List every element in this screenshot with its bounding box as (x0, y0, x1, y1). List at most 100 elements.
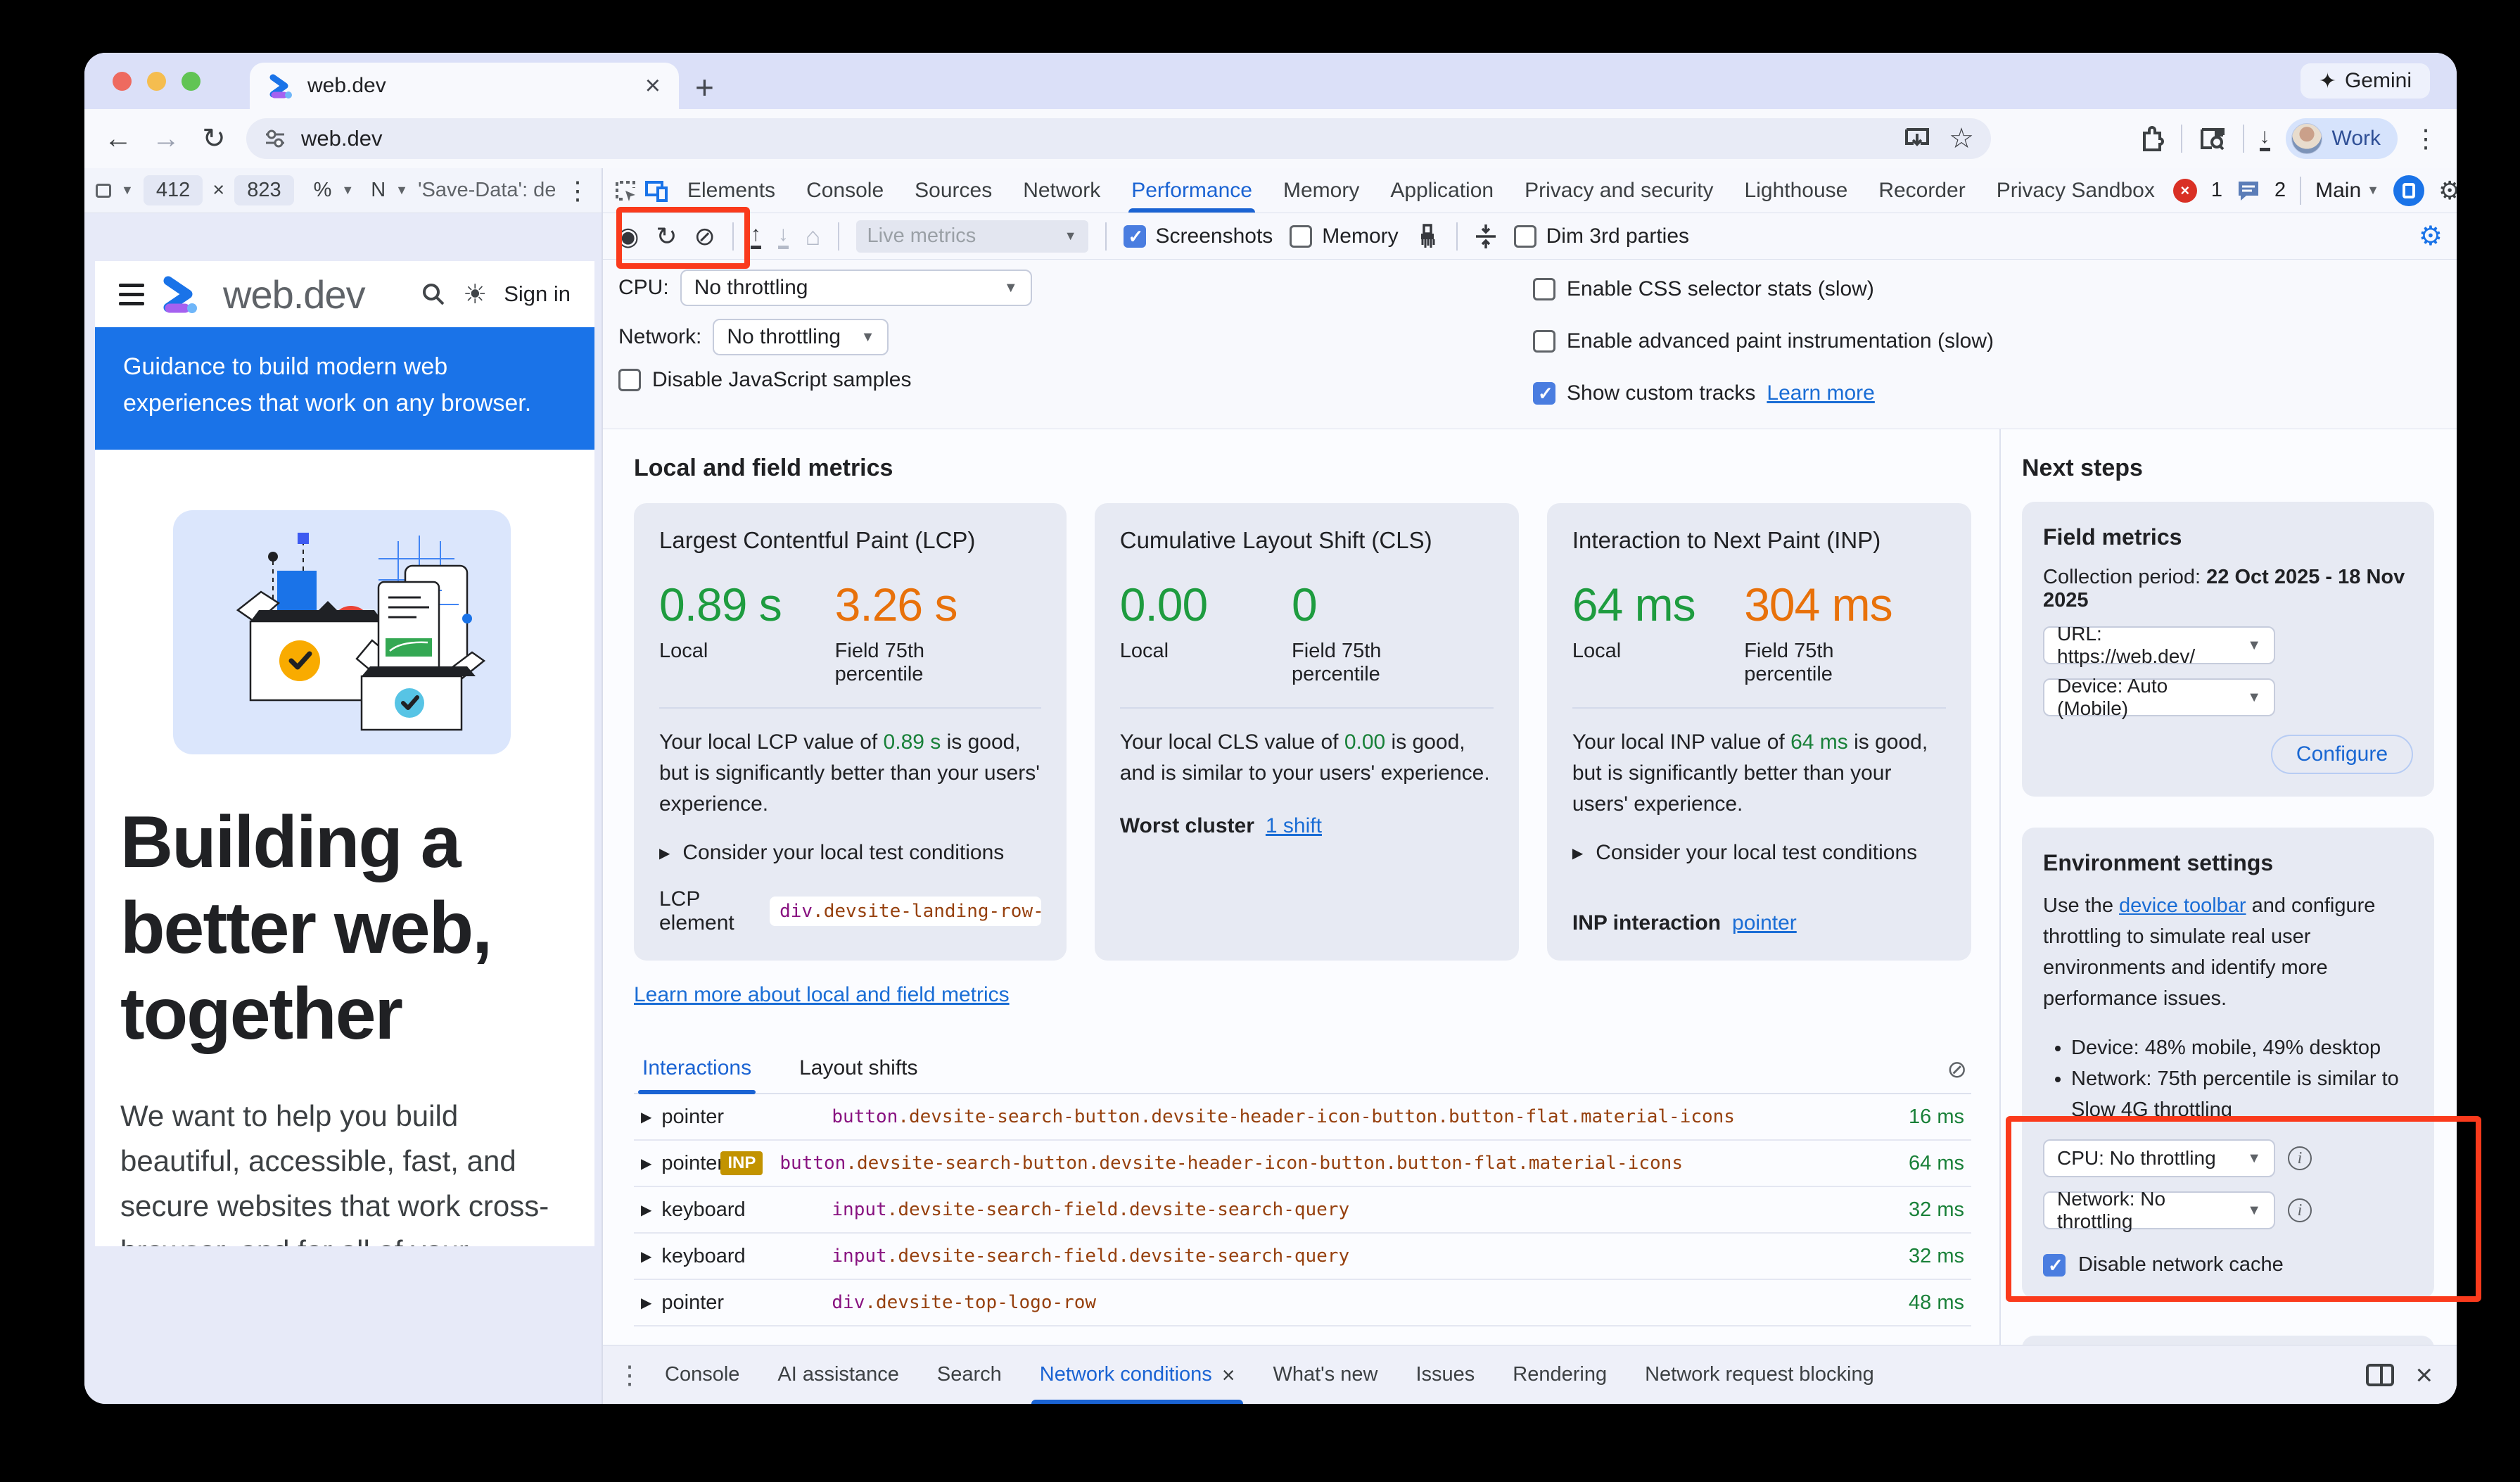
network-info-icon[interactable]: i (2288, 1198, 2312, 1222)
tab-close-icon[interactable]: × (645, 72, 661, 99)
browser-menu-icon[interactable]: ⋮ (2413, 124, 2438, 153)
zoom-select[interactable]: % (314, 179, 332, 202)
viewport-height-field[interactable]: 823 (234, 175, 293, 205)
interaction-row[interactable]: ▶ pointer button.devsite-search-button.d… (634, 1094, 1971, 1141)
extensions-icon[interactable] (2139, 125, 2165, 153)
throttle-select[interactable]: N (371, 179, 386, 202)
drawer-tab-close-icon[interactable]: × (1222, 1364, 1235, 1386)
tab-privacy-sandbox[interactable]: Privacy Sandbox (1984, 168, 2168, 213)
custom-tracks-checkbox[interactable]: Show custom tracks Learn more (1533, 374, 1994, 413)
garbage-collect-icon[interactable] (1415, 224, 1439, 249)
bookmark-star-icon[interactable]: ☆ (1949, 125, 1974, 153)
device-toolbar-link[interactable]: device toolbar (2119, 894, 2246, 917)
inp-test-conditions-expander[interactable]: ▶ Consider your local test conditions (1572, 841, 1946, 865)
browser-tab[interactable]: web.dev × (250, 63, 679, 109)
worst-cluster-link[interactable]: 1 shift (1266, 814, 1322, 838)
profile-chip[interactable]: Work (2286, 118, 2398, 159)
cpu-throttling-select[interactable]: No throttling ▼ (680, 270, 1032, 306)
row-expand-icon[interactable]: ▶ (641, 1248, 651, 1265)
tab-sources[interactable]: Sources (902, 168, 1005, 213)
css-selector-stats-checkbox[interactable]: Enable CSS selector stats (slow) (1533, 270, 1994, 309)
capture-settings-gear-icon[interactable]: ⚙ (2419, 220, 2443, 252)
toggle-device-toolbar-icon[interactable] (644, 178, 669, 203)
tab-interactions[interactable]: Interactions (638, 1046, 756, 1093)
row-expand-icon[interactable]: ▶ (641, 1155, 651, 1172)
drawer-tab-ai-assistance[interactable]: AI assistance (762, 1345, 914, 1404)
learn-more-metrics-link[interactable]: Learn more about local and field metrics (634, 983, 1010, 1006)
drawer-menu-icon[interactable]: ⋮ (617, 1360, 642, 1390)
drawer-tab-rendering[interactable]: Rendering (1497, 1345, 1622, 1404)
address-bar[interactable]: web.dev ☆ (246, 118, 1991, 159)
dim-3rd-parties-checkbox[interactable]: Dim 3rd parties (1514, 224, 1689, 248)
device-type-icon[interactable] (96, 184, 111, 198)
history-select[interactable]: Live metrics ▼ (856, 220, 1088, 253)
clear-icon[interactable]: ⊘ (694, 224, 715, 249)
url-text[interactable]: web.dev (301, 126, 1890, 151)
env-cpu-select[interactable]: CPU: No throttling ▼ (2043, 1139, 2275, 1177)
inspect-icon[interactable] (613, 178, 638, 203)
screenshots-checkbox[interactable]: Screenshots (1124, 224, 1273, 248)
record-icon[interactable]: ◉ (617, 224, 639, 249)
downloads-icon[interactable]: ↓ (2260, 126, 2270, 151)
lcp-element-link[interactable]: div.devsite-landing-row-ite… (770, 897, 1041, 926)
home-icon[interactable]: ⌂ (806, 224, 821, 249)
site-brand[interactable]: web.dev (223, 272, 404, 317)
interaction-row[interactable]: ▶ keyboard input.devsite-search-field.de… (634, 1234, 1971, 1280)
tab-elements[interactable]: Elements (675, 168, 788, 213)
gemini-button[interactable]: ✦ Gemini (2301, 63, 2430, 99)
env-network-select[interactable]: Network: No throttling ▼ (2043, 1191, 2275, 1229)
drawer-close-icon[interactable]: × (2415, 1360, 2433, 1390)
error-badge-icon[interactable]: × (2173, 179, 2197, 203)
drawer-tab-search[interactable]: Search (922, 1345, 1017, 1404)
interaction-row[interactable]: ▶ pointer div.devsite-top-logo-row 48 ms (634, 1280, 1971, 1326)
dock-side-icon[interactable] (2393, 175, 2424, 206)
row-expand-icon[interactable]: ▶ (641, 1294, 651, 1312)
row-expand-icon[interactable]: ▶ (641, 1108, 651, 1126)
device-type-caret-icon[interactable]: ▼ (121, 183, 134, 198)
reload-icon[interactable]: ↻ (198, 122, 229, 155)
tab-application[interactable]: Application (1377, 168, 1506, 213)
context-selector[interactable]: Main ▼ (2315, 179, 2379, 203)
forward-icon[interactable]: → (151, 123, 182, 155)
load-profile-icon[interactable]: ↑ (751, 224, 761, 249)
field-url-select[interactable]: URL: https://web.dev/ ▼ (2043, 626, 2275, 664)
install-icon[interactable] (1904, 127, 1930, 151)
minimize-window-button[interactable] (147, 72, 166, 91)
tab-memory[interactable]: Memory (1271, 168, 1372, 213)
zoom-caret-icon[interactable]: ▼ (341, 183, 354, 198)
interaction-row[interactable]: ▶ keyboard input.devsite-search-field.de… (634, 1187, 1971, 1234)
tab-lighthouse[interactable]: Lighthouse (1732, 168, 1861, 213)
toggle-drawer-orientation-icon[interactable] (2366, 1364, 2394, 1386)
drawer-tab-console[interactable]: Console (649, 1345, 755, 1404)
close-window-button[interactable] (113, 72, 132, 91)
hamburger-menu-icon[interactable] (119, 284, 144, 305)
sign-in-link[interactable]: Sign in (504, 281, 571, 307)
theme-toggle-icon[interactable]: ☀ (463, 279, 487, 310)
memory-checkbox[interactable]: Memory (1290, 224, 1398, 248)
clear-log-icon[interactable]: ⊘ (1947, 1056, 1968, 1084)
search-tabs-icon[interactable] (2198, 125, 2227, 152)
tab-layout-shifts[interactable]: Layout shifts (795, 1046, 922, 1093)
settings-gear-icon[interactable]: ⚙ (2438, 176, 2457, 205)
drawer-tab-whats-new[interactable]: What's new (1257, 1345, 1393, 1404)
row-expand-icon[interactable]: ▶ (641, 1201, 651, 1219)
custom-tracks-learn-more-link[interactable]: Learn more (1767, 381, 1874, 405)
tab-privacy-security[interactable]: Privacy and security (1512, 168, 1726, 213)
advanced-paint-checkbox[interactable]: Enable advanced paint instrumentation (s… (1533, 322, 1994, 361)
lcp-test-conditions-expander[interactable]: ▶ Consider your local test conditions (659, 841, 1041, 865)
viewport-width-field[interactable]: 412 (144, 175, 203, 205)
new-tab-button[interactable]: + (695, 68, 714, 106)
search-icon[interactable] (421, 281, 446, 307)
drawer-tab-issues[interactable]: Issues (1400, 1345, 1490, 1404)
record-reload-icon[interactable]: ↻ (656, 224, 677, 249)
network-throttling-select[interactable]: No throttling ▼ (713, 319, 889, 355)
tune-icon[interactable] (263, 127, 287, 151)
drawer-tab-network-request-blocking[interactable]: Network request blocking (1629, 1345, 1890, 1404)
cpu-info-icon[interactable]: i (2288, 1146, 2312, 1170)
tab-network[interactable]: Network (1010, 168, 1113, 213)
drawer-tab-network-conditions[interactable]: Network conditions × (1024, 1345, 1251, 1404)
back-icon[interactable]: ← (103, 123, 134, 155)
configure-button[interactable]: Configure (2271, 735, 2413, 774)
inp-interaction-link[interactable]: pointer (1732, 911, 1797, 935)
maximize-window-button[interactable] (182, 72, 201, 91)
